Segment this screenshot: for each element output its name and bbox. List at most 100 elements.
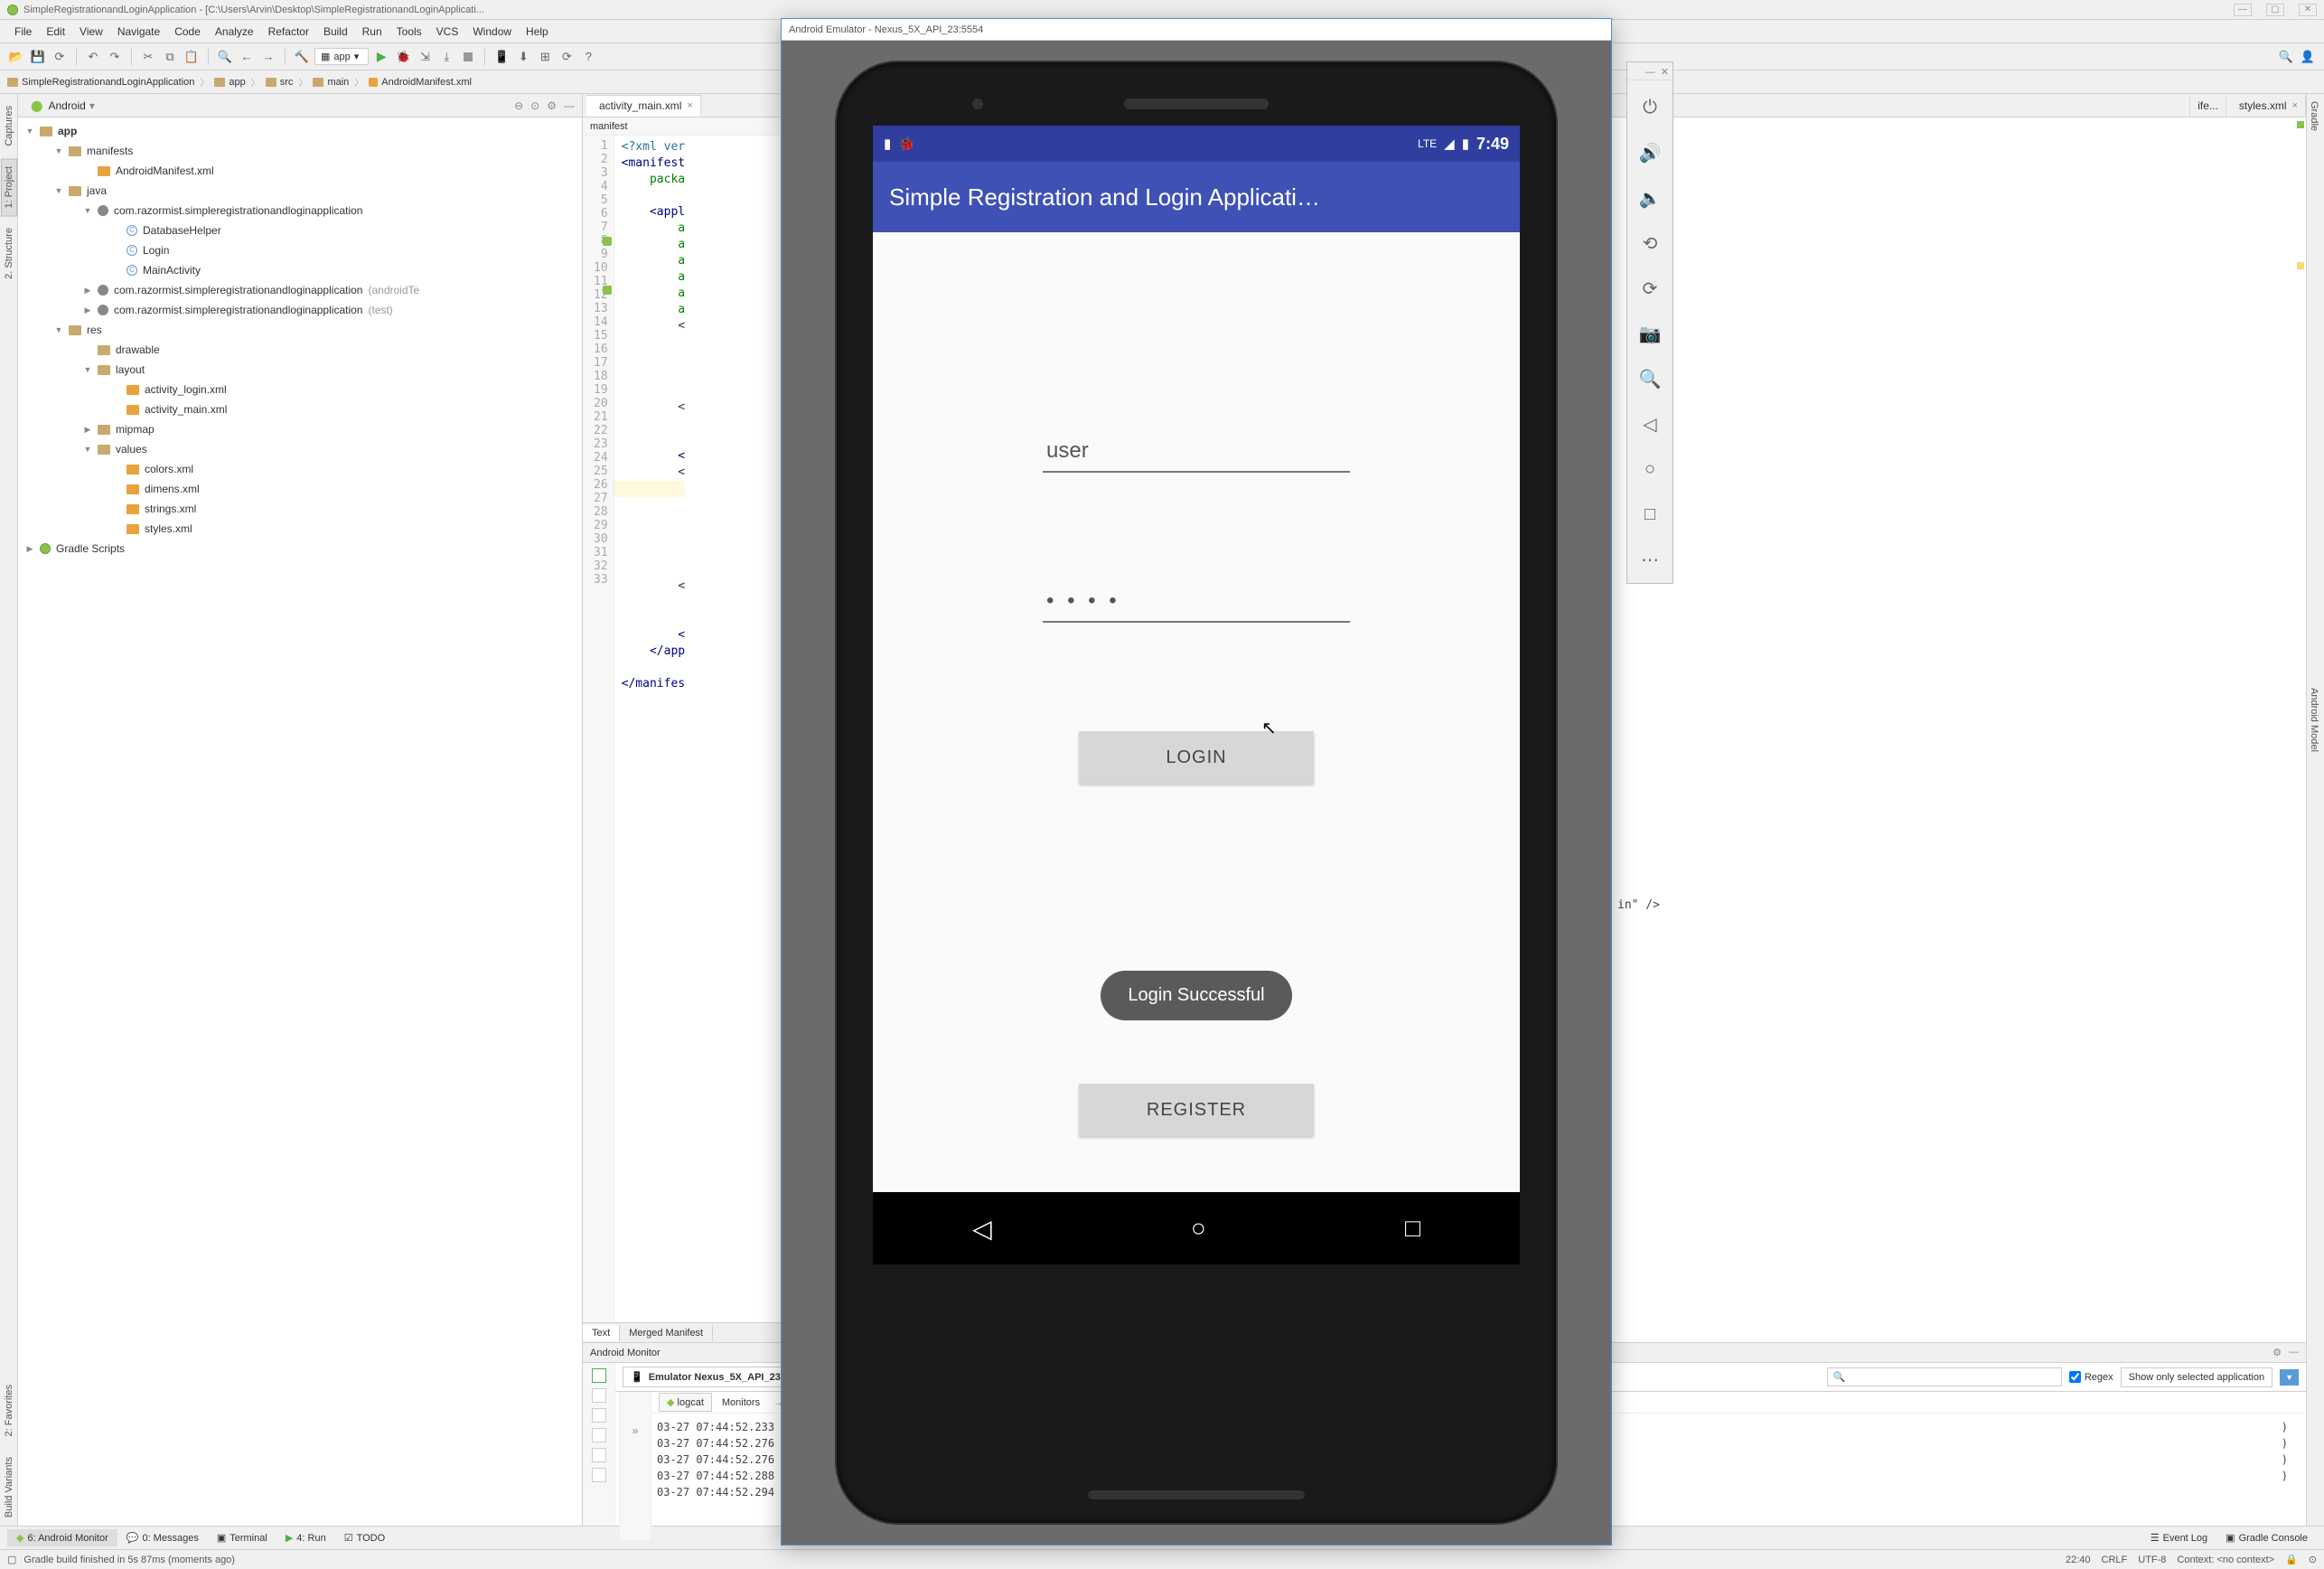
filter-dropdown-button[interactable]: ▼ [2280,1369,2299,1386]
tree-node-app[interactable]: ▼app [18,121,582,141]
crumb-app[interactable]: app [214,77,245,88]
profile-icon[interactable]: ⤓ [437,48,455,66]
stop-button[interactable] [459,48,477,66]
sync-icon[interactable]: ⟳ [51,48,69,66]
menu-refactor[interactable]: Refactor [261,22,316,42]
more-button[interactable]: ⋯ [1632,538,1668,581]
tree-node-styles[interactable]: styles.xml [18,519,582,539]
structure-tab[interactable]: 2. Structure [1,220,17,287]
gear-icon[interactable]: ⚙ [2272,1347,2282,1358]
minimize-button[interactable]: — [2234,4,2252,16]
tree-node-gradle[interactable]: ▶Gradle Scripts [18,539,582,559]
status-position[interactable]: 22:40 [2066,1555,2091,1565]
login-button[interactable]: LOGIN [1079,731,1314,784]
paste-icon[interactable]: 📋 [183,48,201,66]
save-icon[interactable]: 💾 [29,48,47,66]
status-encoding[interactable]: UTF-8 [2138,1555,2166,1565]
username-input[interactable] [1043,431,1350,473]
tree-node-drawable[interactable]: drawable [18,340,582,360]
tree-node-manifest-file[interactable]: AndroidManifest.xml [18,161,582,181]
power-button[interactable]: ⏻ [1632,86,1668,129]
sync-gradle-icon[interactable]: ⟳ [558,48,576,66]
crumb-root[interactable]: SimpleRegistrationandLoginApplication [7,77,194,88]
tree-node-dimens[interactable]: dimens.xml [18,479,582,499]
close-icon[interactable]: × [687,100,692,111]
code-text[interactable]: <?xml ver <manifest packa <appl a a a a … [614,136,692,1322]
tool-messages[interactable]: 💬0: Messages [117,1529,208,1546]
build-variants-tab[interactable]: Build Variants [1,1449,17,1526]
editor-tab-activity-main[interactable]: activity_main.xml× [586,95,701,117]
overview-button[interactable]: □ [1405,1214,1420,1243]
hide-icon[interactable]: — [564,99,575,112]
tree-node-java[interactable]: ▼java [18,181,582,201]
run-button[interactable]: ▶ [372,48,390,66]
emulator-titlebar[interactable]: Android Emulator - Nexus_5X_API_23:5554 [782,19,1611,41]
project-tab[interactable]: 1: Project [1,158,17,216]
sdk-icon[interactable]: ⬇ [514,48,532,66]
close-icon[interactable]: × [2292,100,2298,111]
help-icon[interactable]: ? [579,48,597,66]
tree-node-res[interactable]: ▼res [18,320,582,340]
android-model-tab[interactable]: Android Model [2307,681,2321,759]
editor-tab-ife[interactable]: ife... [2189,96,2226,116]
project-tree[interactable]: ▼app ▼manifests AndroidManifest.xml ▼jav… [18,117,582,1526]
menu-edit[interactable]: Edit [39,22,72,42]
tree-node-dbhelper[interactable]: CDatabaseHelper [18,221,582,240]
tree-node-strings[interactable]: strings.xml [18,499,582,519]
search-everywhere-icon[interactable]: 🔍 [2277,48,2295,66]
target-icon[interactable]: ⊙ [530,99,539,112]
tree-node-mipmap[interactable]: ▶mipmap [18,419,582,439]
tool-android-monitor[interactable]: ◆6: Android Monitor [7,1529,117,1546]
tab-merged[interactable]: Merged Manifest [620,1325,713,1341]
status-line-ending[interactable]: CRLF [2102,1555,2128,1565]
menu-analyze[interactable]: Analyze [208,22,261,42]
forward-icon[interactable]: → [259,48,277,66]
maximize-button[interactable]: ▢ [2266,4,2284,16]
chevron-down-icon[interactable]: ▾ [89,99,95,112]
user-icon[interactable]: 👤 [2299,48,2317,66]
structure-icon[interactable]: ⊞ [536,48,554,66]
find-icon[interactable]: 🔍 [216,48,234,66]
menu-tools[interactable]: Tools [389,22,429,42]
make-icon[interactable]: 🔨 [293,48,311,66]
tree-node-activity-login[interactable]: activity_login.xml [18,380,582,399]
collapse-icon[interactable]: ⊖ [514,99,523,112]
rotate-left-button[interactable]: ⟲ [1632,221,1668,265]
menu-file[interactable]: File [7,22,39,42]
cut-icon[interactable]: ✂ [139,48,157,66]
zoom-button[interactable]: 🔍 [1632,357,1668,400]
minimize-icon[interactable]: — [1645,67,1655,78]
menu-help[interactable]: Help [519,22,556,42]
crumb-file[interactable]: AndroidManifest.xml [369,77,472,88]
volume-up-button[interactable]: 🔊 [1632,131,1668,174]
close-button[interactable]: ✕ [2299,4,2317,16]
avd-icon[interactable]: 📱 [492,48,511,66]
search-input[interactable]: 🔍 [1827,1367,2062,1386]
filter-selector[interactable]: Show only selected application [2121,1367,2272,1387]
run-config-selector[interactable]: ▦ app ▾ [314,48,369,65]
volume-down-button[interactable]: 🔈 [1632,176,1668,220]
debug-icon[interactable]: 🐞 [394,48,412,66]
record-icon[interactable] [592,1408,606,1423]
crumb-main[interactable]: main [313,77,349,88]
tool-todo[interactable]: ☑TODO [335,1529,394,1546]
tool-gradle-console[interactable]: ▣Gradle Console [2216,1529,2317,1546]
menu-run[interactable]: Run [355,22,389,42]
menu-vcs[interactable]: VCS [429,22,466,42]
status-lock-icon[interactable]: 🔒 [2285,1554,2298,1565]
captures-tab[interactable]: Captures [1,98,17,155]
tree-node-login[interactable]: CLogin [18,240,582,260]
home-button[interactable]: ○ [1191,1214,1206,1243]
subtab-monitors[interactable]: Monitors [714,1394,768,1412]
tree-node-layout[interactable]: ▼layout [18,360,582,380]
tree-node-colors[interactable]: colors.xml [18,459,582,479]
tree-node-pkg-main[interactable]: ▼com.razormist.simpleregistrationandlogi… [18,201,582,221]
gradle-tab[interactable]: Gradle [2307,94,2321,138]
status-toggle-icon[interactable]: ▢ [7,1554,16,1565]
tree-node-mainactivity[interactable]: CMainActivity [18,260,582,280]
crumb-src[interactable]: src [266,77,294,88]
back-icon[interactable]: ← [238,48,256,66]
tree-node-values[interactable]: ▼values [18,439,582,459]
open-icon[interactable]: 📂 [7,48,25,66]
redo-icon[interactable]: ↷ [106,48,124,66]
